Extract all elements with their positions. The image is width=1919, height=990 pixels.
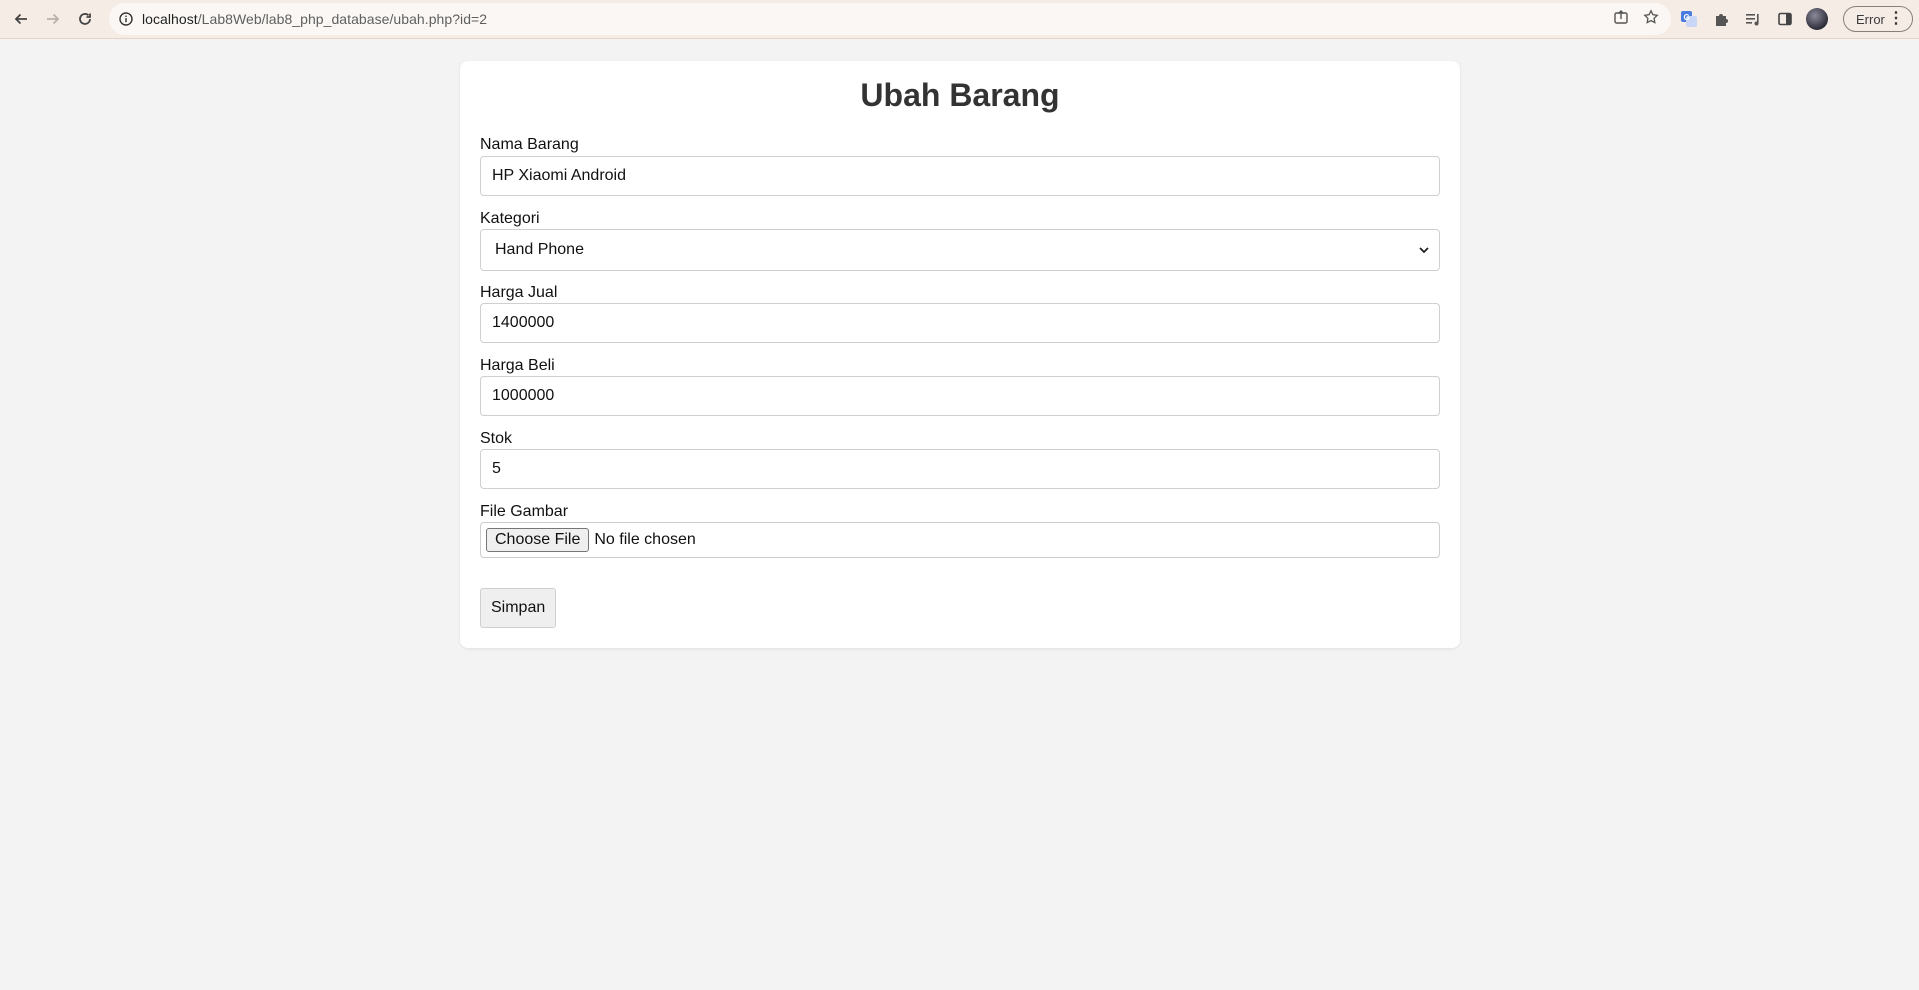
share-icon[interactable]	[1613, 9, 1629, 30]
nama-barang-input[interactable]: HP Xiaomi Android	[480, 156, 1440, 196]
address-bar[interactable]: localhost/Lab8Web/lab8_php_database/ubah…	[109, 3, 1671, 35]
reload-icon[interactable]	[70, 5, 100, 33]
avatar[interactable]	[1806, 8, 1828, 30]
harga-beli-input[interactable]: 1000000	[480, 376, 1440, 416]
kategori-select[interactable]: Hand Phone	[480, 229, 1440, 271]
profile-status-label: Error	[1856, 11, 1885, 27]
star-icon[interactable]	[1643, 8, 1659, 30]
nama-barang-value: HP Xiaomi Android	[492, 167, 626, 184]
kebab-menu-icon[interactable]: ⋮	[1888, 11, 1904, 27]
nama-barang-label: Nama Barang	[480, 136, 579, 153]
harga-jual-value: 1400000	[492, 314, 555, 331]
page-title: Ubah Barang	[860, 77, 1060, 113]
harga-beli-value: 1000000	[492, 387, 555, 404]
url-host: localhost	[142, 11, 198, 27]
choose-file-button[interactable]: Choose File	[486, 528, 590, 552]
profile-error-button[interactable]: Error ⋮	[1843, 6, 1913, 32]
translate-icon[interactable]: G	[1678, 8, 1700, 30]
playlist-icon[interactable]	[1742, 8, 1764, 30]
svg-text:G: G	[1684, 13, 1690, 22]
back-arrow-icon[interactable]	[6, 5, 36, 33]
harga-jual-label: Harga Jual	[480, 284, 558, 301]
stok-label: Stok	[480, 430, 513, 447]
stok-value: 5	[492, 460, 501, 477]
simpan-button[interactable]: Simpan	[480, 588, 557, 628]
harga-beli-label: Harga Beli	[480, 357, 555, 374]
puzzle-icon[interactable]	[1710, 8, 1732, 30]
url-path: /Lab8Web/lab8_php_database/ubah.php?id=2	[197, 11, 488, 27]
browser-toolbar: localhost/Lab8Web/lab8_php_database/ubah…	[0, 0, 1919, 39]
file-gambar-label: File Gambar	[480, 503, 569, 520]
file-status-text: No file chosen	[594, 531, 696, 548]
kategori-selected-value: Hand Phone	[495, 241, 584, 258]
side-panel-icon[interactable]	[1774, 8, 1796, 30]
harga-jual-input[interactable]: 1400000	[480, 303, 1440, 343]
forward-arrow-icon[interactable]	[38, 5, 68, 33]
kategori-label: Kategori	[480, 210, 540, 227]
stok-input[interactable]: 5	[480, 449, 1440, 489]
info-icon[interactable]	[118, 11, 134, 27]
chevron-down-icon	[1419, 243, 1429, 257]
url-text: localhost/Lab8Web/lab8_php_database/ubah…	[142, 11, 487, 27]
edit-item-card: Ubah Barang Nama Barang HP Xiaomi Androi…	[460, 61, 1460, 648]
file-gambar-input[interactable]: Choose File No file chosen	[480, 522, 1440, 558]
